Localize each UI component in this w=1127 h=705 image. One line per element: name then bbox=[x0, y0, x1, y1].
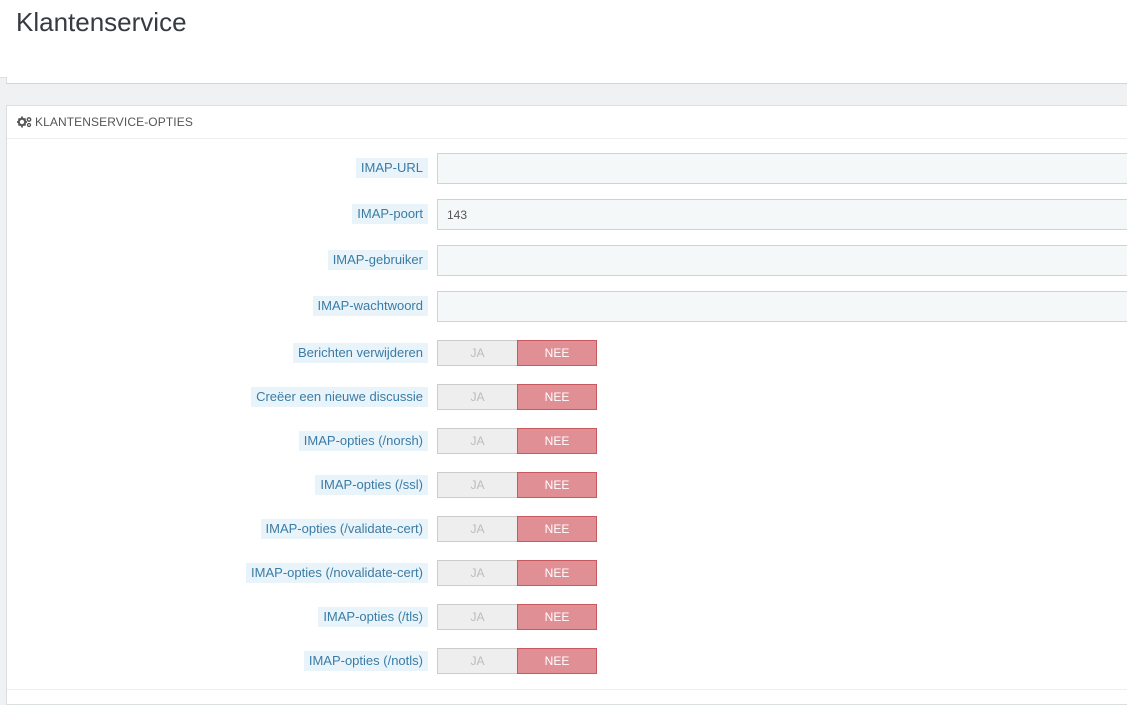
form-row-delete-messages: Berichten verwijderen JA NEE bbox=[7, 338, 1127, 370]
imap-notls-label: IMAP-opties (/notls) bbox=[303, 651, 428, 671]
cogs-icon bbox=[17, 116, 32, 128]
imap-novalidate-cert-label: IMAP-opties (/novalidate-cert) bbox=[246, 563, 428, 583]
switch-no-option[interactable]: NEE bbox=[517, 516, 597, 542]
panel-footer-divider bbox=[7, 689, 1127, 690]
imap-validate-cert-label: IMAP-opties (/validate-cert) bbox=[260, 519, 428, 539]
imap-url-label: IMAP-URL bbox=[355, 158, 428, 178]
form-row-imap-user: IMAP-gebruiker bbox=[7, 245, 1127, 277]
switch-no-option[interactable]: NEE bbox=[517, 384, 597, 410]
delete-messages-label: Berichten verwijderen bbox=[292, 343, 428, 363]
form-row-imap-port: IMAP-poort bbox=[7, 199, 1127, 231]
imap-notls-switch[interactable]: JA NEE bbox=[437, 648, 597, 674]
form-row-imap-notls: IMAP-opties (/notls) JA NEE bbox=[7, 646, 1127, 678]
switch-yes-option[interactable]: JA bbox=[437, 428, 517, 454]
imap-ssl-switch[interactable]: JA NEE bbox=[437, 472, 597, 498]
imap-validate-cert-switch[interactable]: JA NEE bbox=[437, 516, 597, 542]
switch-yes-option[interactable]: JA bbox=[437, 340, 517, 366]
form-row-imap-tls: IMAP-opties (/tls) JA NEE bbox=[7, 602, 1127, 634]
switch-yes-option[interactable]: JA bbox=[437, 384, 517, 410]
imap-user-input[interactable] bbox=[437, 245, 1127, 276]
imap-novalidate-cert-switch[interactable]: JA NEE bbox=[437, 560, 597, 586]
delete-messages-switch[interactable]: JA NEE bbox=[437, 340, 597, 366]
imap-port-label: IMAP-poort bbox=[352, 204, 428, 224]
panel-heading-text: KLANTENSERVICE-OPTIES bbox=[35, 115, 193, 129]
form-row-imap-validate-cert: IMAP-opties (/validate-cert) JA NEE bbox=[7, 514, 1127, 546]
switch-yes-option[interactable]: JA bbox=[437, 516, 517, 542]
imap-ssl-label: IMAP-opties (/ssl) bbox=[315, 475, 428, 495]
switch-yes-option[interactable]: JA bbox=[437, 604, 517, 630]
form-row-imap-url: IMAP-URL bbox=[7, 153, 1127, 185]
switch-no-option[interactable]: NEE bbox=[517, 472, 597, 498]
create-discussion-label: Creëer een nieuwe discussie bbox=[251, 387, 428, 407]
page-title: Klantenservice bbox=[16, 7, 187, 37]
form-row-imap-password: IMAP-wachtwoord bbox=[7, 291, 1127, 323]
switch-no-option[interactable]: NEE bbox=[517, 604, 597, 630]
page-header: Klantenservice bbox=[0, 0, 1127, 78]
imap-port-input[interactable] bbox=[437, 199, 1127, 230]
imap-password-input[interactable] bbox=[437, 291, 1127, 322]
imap-password-label: IMAP-wachtwoord bbox=[312, 296, 428, 316]
switch-yes-option[interactable]: JA bbox=[437, 648, 517, 674]
switch-yes-option[interactable]: JA bbox=[437, 560, 517, 586]
imap-norsh-label: IMAP-opties (/norsh) bbox=[298, 431, 428, 451]
header-toolbar-strip bbox=[6, 77, 1127, 84]
imap-tls-label: IMAP-opties (/tls) bbox=[318, 607, 428, 627]
form-row-imap-norsh: IMAP-opties (/norsh) JA NEE bbox=[7, 426, 1127, 458]
form-row-imap-novalidate-cert: IMAP-opties (/novalidate-cert) JA NEE bbox=[7, 558, 1127, 590]
imap-tls-switch[interactable]: JA NEE bbox=[437, 604, 597, 630]
switch-no-option[interactable]: NEE bbox=[517, 560, 597, 586]
panel-heading: KLANTENSERVICE-OPTIES bbox=[7, 106, 1127, 139]
switch-no-option[interactable]: NEE bbox=[517, 648, 597, 674]
form-row-imap-ssl: IMAP-opties (/ssl) JA NEE bbox=[7, 470, 1127, 502]
switch-no-option[interactable]: NEE bbox=[517, 428, 597, 454]
imap-user-label: IMAP-gebruiker bbox=[327, 250, 428, 270]
customer-service-options-panel: KLANTENSERVICE-OPTIES IMAP-URL IMAP-poor… bbox=[6, 105, 1127, 705]
imap-norsh-switch[interactable]: JA NEE bbox=[437, 428, 597, 454]
imap-url-input[interactable] bbox=[437, 153, 1127, 184]
form-row-create-discussion: Creëer een nieuwe discussie JA NEE bbox=[7, 382, 1127, 414]
create-discussion-switch[interactable]: JA NEE bbox=[437, 384, 597, 410]
switch-no-option[interactable]: NEE bbox=[517, 340, 597, 366]
switch-yes-option[interactable]: JA bbox=[437, 472, 517, 498]
